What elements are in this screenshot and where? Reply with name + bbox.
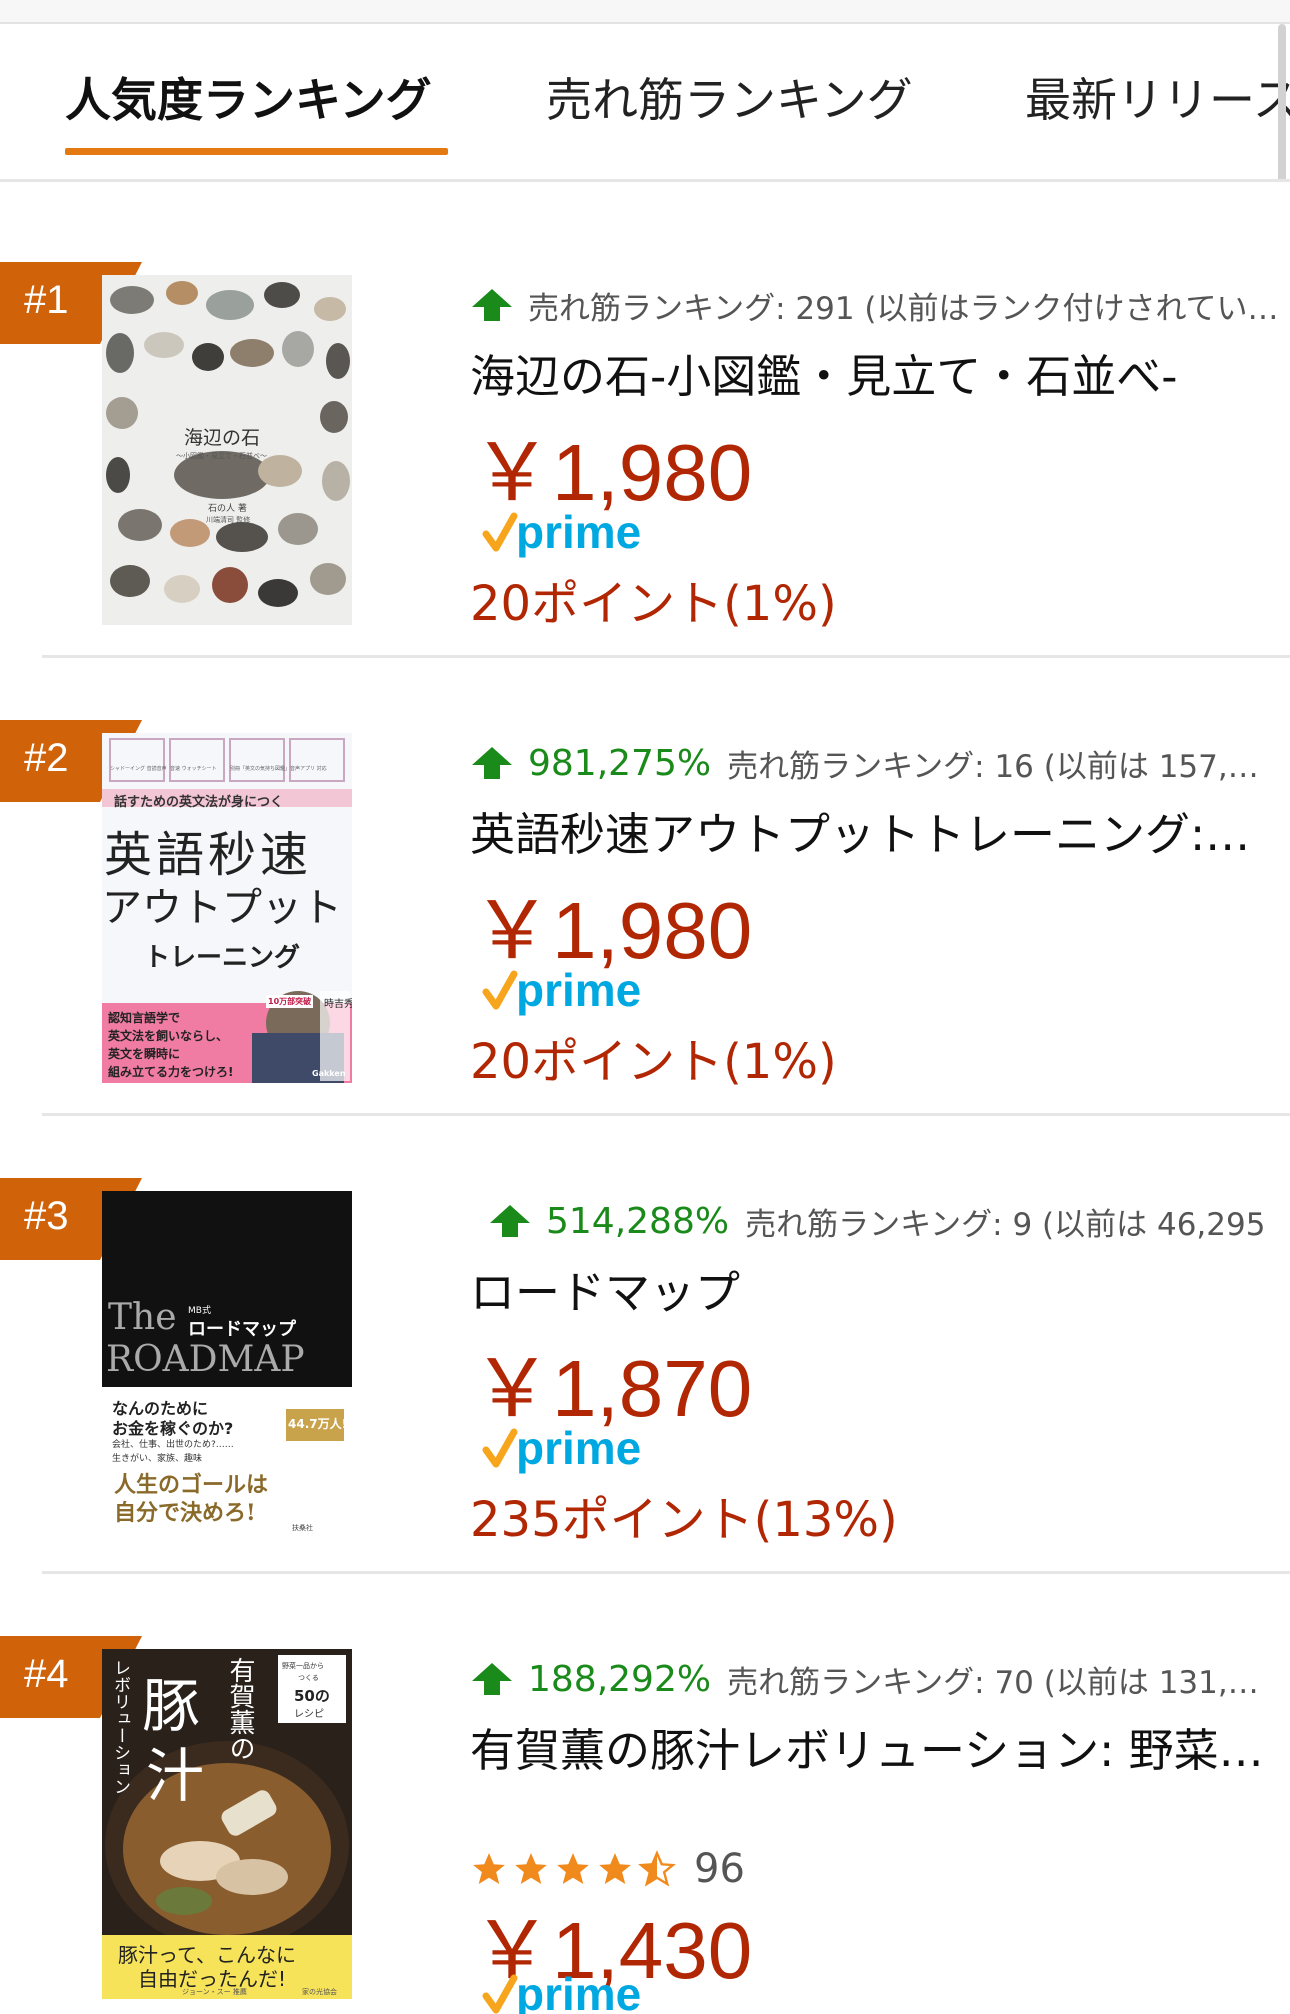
star-half-icon [638,1850,676,1887]
cover-title: 海辺の石 [184,427,261,449]
cover-tagline: 話すための英文法が身につく [114,795,284,810]
bestseller-rank-text: 売れ筋ランキング: 291 (以前はランク付けされてい… [528,290,1279,327]
cover-author: 石の人 著 [208,504,247,514]
scrollbar[interactable] [1278,24,1286,179]
bestseller-rank-line: 514,288% 売れ筋ランキング: 9 (以前は 46,295 [488,1196,1265,1246]
cover-pink-text: 英文法を飼いならし、 [108,1029,229,1043]
cover-corner-text: つくる [298,1674,319,1682]
up-arrow-icon [472,1663,512,1695]
book-cover-image[interactable]: シャドーイング 音読音声 音速 ウォッチシート 別冊「英文の気持ち図鑑」 音声ア… [102,733,352,1083]
cover-pink-text: 英文を瞬時に [108,1047,181,1061]
points-text: 20ポイント(1%) [470,576,837,632]
book-cover-image[interactable]: The MB式 ロードマップ ROADMAP なんのために お金を稼ぐのか? 会… [102,1191,352,1541]
ranking-item[interactable]: #3 The MB式 ロードマップ ROADMAP なんのために お金を稼ぐのか… [0,1116,1290,1574]
cover-author: 時吉秀弥 [324,999,352,1010]
cover-icon-label: シャドーイング 音読音声 [110,766,167,772]
rank-change-percent: 188,292% [528,1658,712,1700]
bestseller-rank-text: 売れ筋ランキング: 9 (以前は 46,295 [745,1206,1266,1243]
status-bar [0,0,1290,24]
cover-pink-text: 組み立てる力をつけろ! [108,1065,234,1079]
prime-badge-icon: prime [482,506,641,558]
star-full-icon [557,1853,589,1885]
cover-title-line: アウトプット [102,885,342,931]
cover-credit: ジョーン・スー 推薦 [182,1988,247,1996]
cover-subtext: 会社、仕事、出世のため?…… [112,1440,234,1450]
svg-text:prime: prime [516,506,641,558]
ranking-item[interactable]: #2 シャドーイング 音読音声 音速 ウォッチシート 別冊「英文の気持ち図鑑」 … [0,658,1290,1116]
star-full-icon [599,1853,631,1885]
bestseller-rank-line: 188,292% 売れ筋ランキング: 70 (以前は 131,… [470,1654,1259,1704]
bestseller-rank-line: 981,275% 売れ筋ランキング: 16 (以前は 157,… [470,738,1259,788]
tab-bestseller-ranking[interactable]: 売れ筋ランキング [546,64,913,130]
active-tab-indicator [65,148,448,155]
prime-badge-icon: prime [482,1968,641,2014]
bestseller-rank-text: 売れ筋ランキング: 16 (以前は 157,… [727,748,1259,785]
cover-corner-text: 野菜一品から [282,1662,324,1670]
svg-text:prime: prime [516,1422,641,1474]
rank-change-percent: 981,275% [528,742,712,784]
cover-name: 有賀薫の [225,1657,255,1761]
bestseller-rank-line: 売れ筋ランキング: 291 (以前はランク付けされてい… [470,280,1279,330]
up-arrow-icon [472,289,512,321]
cover-publisher: 家の光協会 [302,1988,337,1996]
rank-change-percent: 514,288% [546,1200,730,1242]
product-title-link[interactable]: 有賀薫の豚汁レボリューション: 野菜… [470,1714,1290,1779]
cover-the: The [108,1297,177,1338]
cover-supervisor: 川端清司 監修 [206,516,251,524]
prime-badge-icon: prime [482,964,641,1016]
svg-text:prime: prime [516,964,641,1016]
ranking-item[interactable]: #1 海辺の石 〜小図鑑・見立て・石並べ〜 石の人 著 川端清司 監修 売れ筋ラ… [0,200,1290,658]
up-arrow-icon [490,1205,530,1237]
tab-new-releases[interactable]: 最新リリース [1025,64,1290,130]
cover-main-char: 汁 [146,1742,205,1810]
cover-publisher: 扶桑社 [292,1524,313,1532]
cover-corner-text: 50の [294,1687,330,1705]
cover-revolution: レボリューション [110,1659,130,1795]
product-title-link[interactable]: 英語秒速アウトプットトレーニング:… [470,798,1290,863]
points-text: 20ポイント(1%) [470,1034,837,1090]
ranking-tabs: 人気度ランキング 売れ筋ランキング 最新リリース [0,24,1290,182]
product-title-link[interactable]: ロードマップ [470,1256,1290,1321]
book-cover-image[interactable]: 有賀薫の 豚 汁 レボリューション 野菜一品から つくる 50の レシピ 豚汁っ… [102,1649,352,1999]
book-cover-image[interactable]: 海辺の石 〜小図鑑・見立て・石並べ〜 石の人 著 川端清司 監修 [102,275,352,625]
cover-question: お金を稼ぐのか? [112,1419,234,1438]
cover-roadmap: ROADMAP [106,1339,305,1380]
cover-jp-title: ロードマップ [188,1319,296,1340]
star-full-icon [473,1853,505,1885]
tab-popularity-ranking[interactable]: 人気度ランキング [65,64,432,130]
cover-subtitle: 〜小図鑑・見立て・石並べ〜 [176,452,267,460]
star-full-icon [515,1853,547,1885]
ranking-item[interactable]: #4 有賀薫の 豚 汁 レボリューション 野菜一品から つくる 50の レシピ … [0,1574,1290,2014]
cover-badge: 10万部突破 [266,995,314,1008]
cover-icon-label: 別冊「英文の気持ち図鑑」 [230,766,291,772]
cover-icon-label: 音声アプリ 対応 [290,766,327,772]
svg-text:prime: prime [516,1968,641,2014]
up-arrow-icon [472,747,512,779]
cover-subtext: 生きがい、家族、趣味 [112,1454,203,1464]
cover-publisher: Gakken [312,1069,346,1078]
cover-icon-label: 音速 ウォッチシート [170,766,217,772]
points-text: 235ポイント(13%) [470,1492,898,1548]
cover-title-line: トレーニング [144,943,301,973]
cover-goal: 自分で決めろ! [114,1500,256,1526]
product-title-link[interactable]: 海辺の石-小図鑑・見立て・石並べ- [470,340,1290,405]
prime-badge-icon: prime [482,1422,641,1474]
bestseller-rank-text: 売れ筋ランキング: 70 (以前は 131,… [727,1664,1259,1701]
cover-pink-text: 認知言語学で [108,1011,181,1025]
cover-count: 44.7万人! [288,1417,348,1431]
cover-corner-text: レシピ [294,1709,324,1720]
